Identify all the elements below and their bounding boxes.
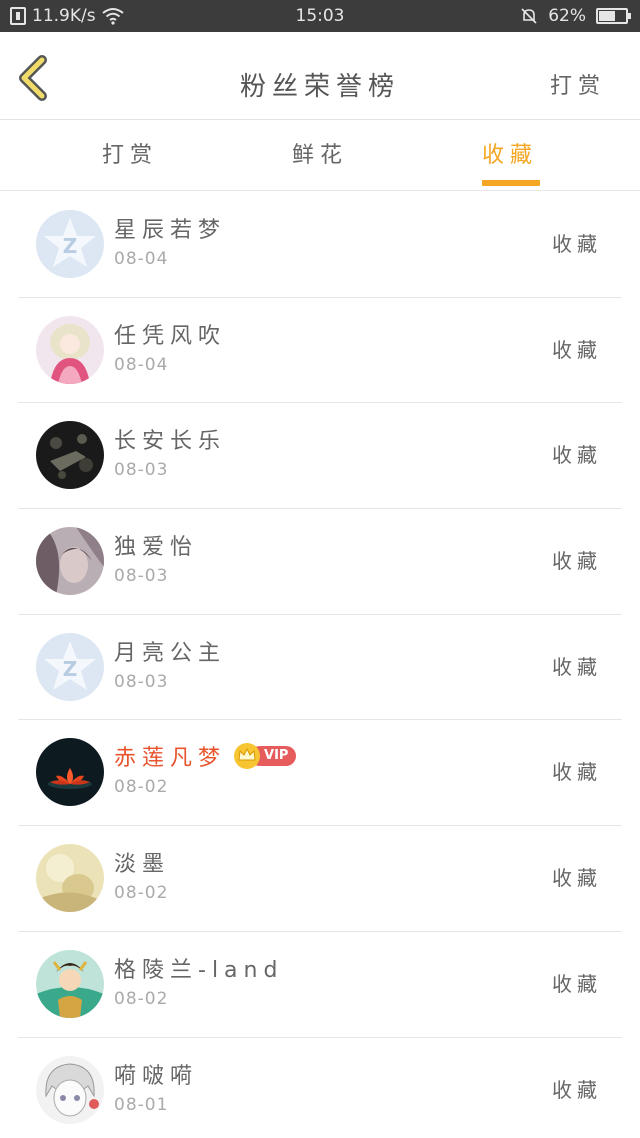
fan-date: 08-03 bbox=[114, 460, 169, 481]
favorite-label: 收藏 bbox=[552, 1077, 602, 1102]
fan-name: 任凭风吹 bbox=[114, 323, 227, 349]
svg-text:Z: Z bbox=[63, 234, 78, 258]
fan-name: 淡墨 bbox=[114, 852, 171, 878]
fan-date: 08-02 bbox=[114, 883, 169, 904]
fan-name: 嗬啵嗬 bbox=[114, 1063, 199, 1089]
avatar bbox=[36, 1055, 104, 1124]
avatar bbox=[36, 315, 104, 384]
fan-name: 赤莲凡梦 bbox=[114, 746, 227, 772]
tab-flowers[interactable]: 鲜花 bbox=[260, 121, 380, 191]
battery-percent: 62% bbox=[548, 6, 586, 26]
fan-name: 独爱怡 bbox=[114, 535, 199, 561]
page-title: 粉丝荣誉榜 bbox=[239, 72, 400, 102]
favorite-label: 收藏 bbox=[552, 760, 602, 785]
avatar bbox=[36, 844, 104, 913]
svg-text:Z: Z bbox=[63, 657, 78, 681]
avatar bbox=[36, 527, 104, 596]
avatar bbox=[36, 421, 104, 490]
favorite-label: 收藏 bbox=[552, 549, 602, 574]
avatar: Z bbox=[36, 632, 104, 701]
active-tab-indicator bbox=[482, 180, 540, 186]
tab-reward[interactable]: 打赏 bbox=[70, 121, 190, 191]
fan-list: Z 星辰若梦 08-04 收藏 任凭风吹 08-04 收藏 长安长乐 08-03… bbox=[0, 192, 640, 1138]
qq-default-icon: Z bbox=[36, 210, 104, 278]
favorite-label: 收藏 bbox=[552, 337, 602, 362]
list-item[interactable]: 格陵兰-land 08-02 收藏 bbox=[18, 932, 622, 1038]
avatar: Z bbox=[36, 210, 104, 278]
favorite-label: 收藏 bbox=[552, 971, 602, 996]
list-item[interactable]: 独爱怡 08-03 收藏 bbox=[18, 509, 622, 615]
list-item[interactable]: Z 月亮公主 08-03 收藏 bbox=[18, 615, 622, 721]
fan-date: 08-03 bbox=[114, 566, 169, 587]
favorite-label: 收藏 bbox=[552, 443, 602, 468]
fan-date: 08-04 bbox=[114, 249, 169, 269]
anime-sketch-avatar bbox=[36, 1055, 104, 1124]
fan-date: 08-02 bbox=[114, 988, 169, 1009]
anime-girl-avatar bbox=[36, 315, 104, 384]
avatar bbox=[36, 949, 104, 1018]
mute-bell-icon bbox=[521, 8, 537, 24]
fan-name: 月亮公主 bbox=[114, 640, 227, 666]
favorite-label: 收藏 bbox=[552, 866, 602, 891]
list-item[interactable]: Z 星辰若梦 08-04 收藏 bbox=[18, 192, 622, 298]
fan-date: 08-04 bbox=[114, 354, 169, 375]
list-item[interactable]: 赤莲凡梦 VIP 08-02 收藏 bbox=[18, 720, 622, 827]
fan-name: 格陵兰-land bbox=[114, 957, 284, 983]
favorite-label: 收藏 bbox=[552, 654, 602, 679]
faded-photo-avatar bbox=[36, 844, 104, 913]
portrait-avatar bbox=[36, 527, 104, 596]
fan-date: 08-03 bbox=[114, 671, 169, 692]
tab-bar: 打赏 鲜花 收藏 bbox=[0, 121, 640, 191]
dark-photo-avatar bbox=[36, 421, 104, 490]
vip-badge: VIP bbox=[234, 743, 297, 770]
costume-avatar bbox=[36, 949, 104, 1018]
qq-default-icon: Z bbox=[36, 632, 104, 701]
list-item[interactable]: 任凭风吹 08-04 收藏 bbox=[18, 298, 622, 404]
header: 粉丝荣誉榜 打赏 bbox=[0, 32, 640, 120]
status-bar: 11.9K/s 15:03 62% bbox=[0, 0, 640, 32]
fan-date: 08-01 bbox=[114, 1094, 169, 1115]
list-item[interactable]: 嗬啵嗬 08-01 收藏 bbox=[18, 1038, 622, 1138]
list-item[interactable]: 淡墨 08-02 收藏 bbox=[18, 826, 622, 932]
reward-button[interactable]: 打赏 bbox=[550, 68, 606, 100]
battery-icon bbox=[596, 8, 631, 24]
favorite-label: 收藏 bbox=[552, 232, 602, 256]
lotus-avatar bbox=[36, 738, 104, 807]
fan-date: 08-02 bbox=[114, 777, 169, 798]
avatar bbox=[36, 738, 104, 807]
fan-name: 星辰若梦 bbox=[114, 218, 227, 243]
list-item[interactable]: 长安长乐 08-03 收藏 bbox=[18, 403, 622, 510]
fan-name: 长安长乐 bbox=[114, 429, 227, 455]
